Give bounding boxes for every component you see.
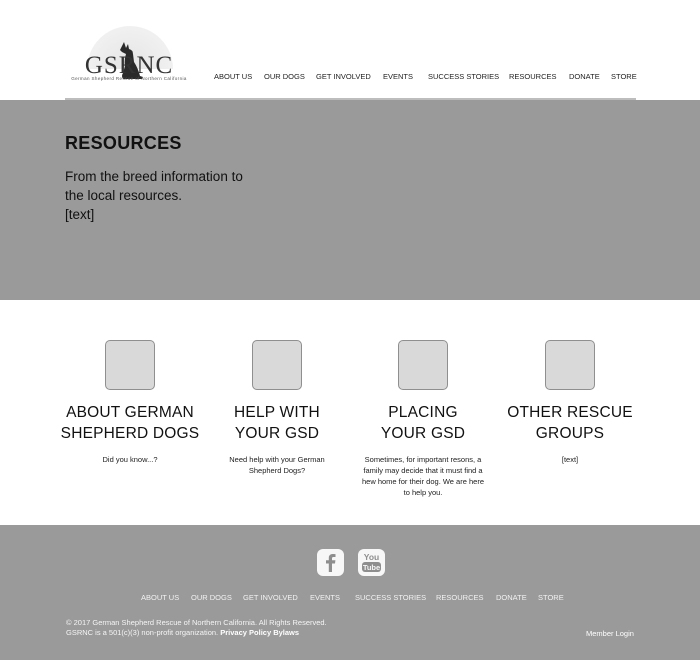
- footer-nav-our-dogs[interactable]: OUR DOGS: [191, 593, 232, 602]
- card-image-placeholder: [398, 340, 448, 390]
- nav-item-resources[interactable]: RESOURCES: [509, 72, 557, 81]
- youtube-link[interactable]: You Tube: [358, 549, 385, 576]
- bylaws-link[interactable]: Bylaws: [273, 628, 299, 637]
- card-text: Did you know...?: [102, 455, 158, 464]
- nav-item-store[interactable]: STORE: [611, 72, 637, 81]
- legal-line: GSRNC is a 501(c)(3) non-profit organiza…: [66, 628, 299, 638]
- card-image-placeholder: [252, 340, 302, 390]
- resource-cards: ABOUT GERMAN SHEPHERD DOGS Did you know.…: [0, 300, 700, 525]
- facebook-link[interactable]: [317, 549, 344, 576]
- page-title: RESOURCES: [65, 133, 182, 153]
- footer-nav-resources[interactable]: RESOURCES: [436, 593, 484, 602]
- hero-placeholder-text: [text]: [65, 207, 95, 222]
- site-footer: You Tube ABOUT US OUR DOGS GET INVOLVED …: [0, 525, 700, 660]
- card-image-placeholder: [105, 340, 155, 390]
- nav-item-success-stories[interactable]: SUCCESS STORIES: [428, 72, 499, 81]
- hero-description: From the breed information to the local …: [65, 169, 243, 203]
- facebook-icon: [326, 554, 336, 572]
- nonprofit-text: GSRNC is a 501(c)(3) non-profit organiza…: [66, 628, 219, 637]
- footer-nav-donate[interactable]: DONATE: [496, 593, 527, 602]
- card-title: ABOUT GERMAN SHEPHERD DOGS: [60, 404, 200, 442]
- footer-nav-store[interactable]: STORE: [538, 593, 564, 602]
- footer-nav-success-stories[interactable]: SUCCESS STORIES: [355, 593, 426, 602]
- card-text: Sometimes, for important resons, a famil…: [361, 455, 484, 497]
- main-nav: ABOUT US OUR DOGS GET INVOLVED EVENTS SU…: [0, 72, 700, 84]
- footer-nav-about-us[interactable]: ABOUT US: [141, 593, 179, 602]
- card-title: OTHER RESCUE GROUPS: [507, 404, 633, 442]
- card-image-placeholder: [545, 340, 595, 390]
- footer-nav-events[interactable]: EVENTS: [310, 593, 340, 602]
- card-title: HELP WITH YOUR GSD: [234, 404, 320, 442]
- svg-text:Tube: Tube: [363, 563, 380, 572]
- member-login-link[interactable]: Member Login: [586, 629, 634, 638]
- card-title: PLACING YOUR GSD: [380, 404, 466, 442]
- hero-banner: RESOURCES From the breed information to …: [0, 100, 700, 300]
- nav-item-get-involved[interactable]: GET INVOLVED: [316, 72, 371, 81]
- youtube-icon: You Tube: [362, 552, 381, 572]
- copyright-text: © 2017 German Shepherd Rescue of Norther…: [66, 618, 327, 627]
- nav-item-our-dogs[interactable]: OUR DOGS: [264, 72, 305, 81]
- footer-nav-get-involved[interactable]: GET INVOLVED: [243, 593, 298, 602]
- privacy-policy-link[interactable]: Privacy Policy: [220, 628, 271, 637]
- site-header: GSRNC German Shepherd Rescue of Northern…: [0, 0, 700, 100]
- nav-item-about-us[interactable]: ABOUT US: [214, 72, 252, 81]
- svg-text:You: You: [364, 552, 379, 562]
- card-text: Need help with your German Shepherd Dogs…: [229, 455, 325, 475]
- nav-item-events[interactable]: EVENTS: [383, 72, 413, 81]
- card-text: [text]: [561, 455, 579, 464]
- nav-item-donate[interactable]: DONATE: [569, 72, 600, 81]
